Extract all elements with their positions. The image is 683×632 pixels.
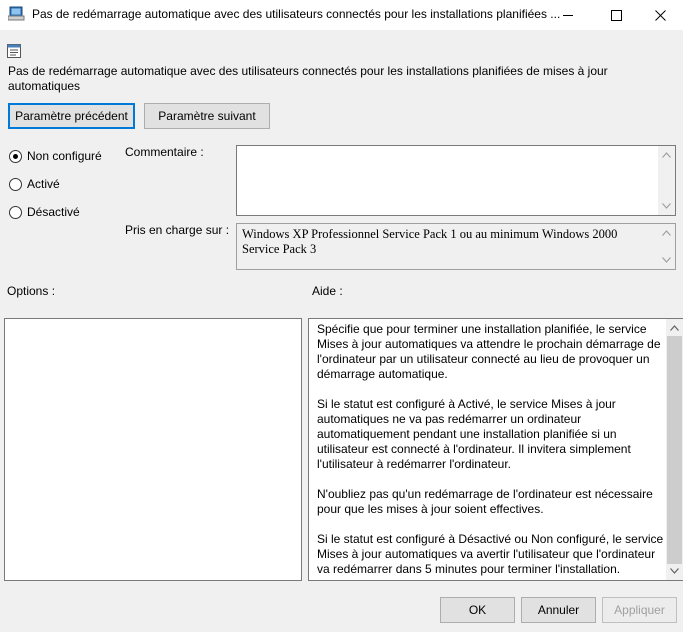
radio-disabled[interactable]: Désactivé	[9, 205, 80, 219]
scroll-down-icon	[670, 568, 679, 574]
maximize-icon	[610, 9, 622, 21]
options-label: Options :	[7, 284, 56, 298]
policy-setting-icon	[6, 43, 22, 59]
close-icon	[654, 9, 666, 21]
previous-setting-button[interactable]: Paramètre précédent	[8, 103, 135, 129]
help-label: Aide :	[312, 284, 343, 298]
help-paragraph: Si le statut est configuré à Activé, le …	[317, 397, 631, 471]
scroll-up-icon	[662, 152, 671, 158]
maximize-button[interactable]	[593, 0, 639, 30]
apply-button[interactable]: Appliquer	[602, 597, 677, 623]
supported-on-scrollbar[interactable]	[658, 224, 675, 269]
scroll-up-icon	[662, 230, 671, 236]
supported-on-value: Windows XP Professionnel Service Pack 1 …	[242, 227, 618, 256]
scroll-down-icon	[662, 203, 671, 209]
comment-textarea[interactable]	[236, 145, 676, 216]
ok-button[interactable]: OK	[440, 597, 515, 623]
next-setting-button[interactable]: Paramètre suivant	[144, 103, 270, 129]
minimize-button[interactable]	[545, 0, 591, 30]
supported-on-label: Pris en charge sur :	[125, 223, 230, 237]
comment-label: Commentaire :	[125, 145, 204, 159]
radio-indicator[interactable]	[9, 177, 22, 191]
radio-selected-indicator[interactable]	[9, 149, 22, 163]
comment-scrollbar[interactable]	[658, 146, 675, 215]
window-title: Pas de redémarrage automatique avec des …	[32, 7, 561, 21]
help-panel: Spécifie que pour terminer une installat…	[308, 318, 683, 581]
radio-label: Désactivé	[27, 205, 80, 219]
minimize-icon	[562, 14, 573, 16]
help-text: Spécifie que pour terminer une installat…	[317, 322, 667, 580]
policy-title: Pas de redémarrage automatique avec des …	[8, 64, 608, 93]
radio-label: Non configuré	[27, 149, 102, 163]
scroll-up-icon	[670, 325, 679, 331]
help-paragraph: N'oubliez pas qu'un redémarrage de l'ord…	[317, 487, 653, 516]
title-bar: Pas de redémarrage automatique avec des …	[0, 0, 683, 30]
policy-editor-app-icon	[7, 6, 26, 22]
radio-not-configured[interactable]: Non configuré	[9, 149, 102, 163]
radio-enabled[interactable]: Activé	[9, 177, 60, 191]
help-paragraph: Spécifie que pour terminer une installat…	[317, 322, 661, 381]
scroll-down-icon	[662, 257, 671, 263]
help-scroll-thumb[interactable]	[667, 336, 682, 564]
cancel-button[interactable]: Annuler	[521, 597, 596, 623]
supported-on-box: Windows XP Professionnel Service Pack 1 …	[236, 223, 676, 270]
options-panel	[4, 318, 302, 581]
radio-indicator[interactable]	[9, 205, 22, 219]
help-scrollbar[interactable]	[666, 319, 683, 580]
radio-label: Activé	[27, 177, 60, 191]
close-button[interactable]	[637, 0, 683, 30]
help-paragraph: Si le statut est configuré à Désactivé o…	[317, 532, 664, 576]
